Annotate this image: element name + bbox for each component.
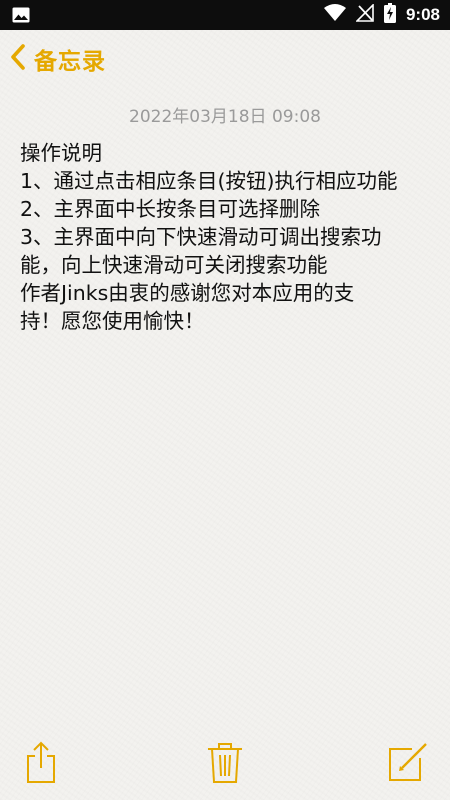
note-line: 1、通过点击相应条目(按钮)执行相应功能	[20, 169, 398, 193]
header: 备忘录	[0, 30, 450, 88]
trash-icon	[202, 743, 248, 789]
note-date: 2022年03月18日 09:08	[129, 107, 321, 127]
note-line: 2、主界面中长按条目可选择删除	[20, 197, 321, 221]
note-line: 3、主界面中向下快速滑动可调出搜索功	[20, 225, 382, 249]
note-line: 持！愿您使用愉快！	[20, 309, 205, 333]
compose-icon	[384, 743, 430, 789]
chevron-left-icon	[10, 44, 26, 74]
new-note-button[interactable]	[384, 739, 430, 785]
signal-icon	[355, 3, 374, 26]
wifi-icon	[323, 4, 346, 26]
note-line: 作者Jinks由衷的感谢您对本应用的支	[20, 281, 355, 305]
note-body[interactable]: 操作说明 1、通过点击相应条目(按钮)执行相应功能 2、主界面中长按条目可选择删…	[20, 139, 435, 335]
note-line: 操作说明	[20, 141, 102, 165]
delete-button[interactable]	[202, 739, 248, 785]
bottom-toolbar	[0, 735, 450, 790]
share-icon	[18, 741, 64, 789]
note-line: 能，向上快速滑动可关闭搜索功能	[20, 253, 328, 277]
share-button[interactable]	[18, 739, 64, 785]
status-time: 9:08	[405, 5, 440, 24]
status-bar: 9:08	[0, 0, 450, 30]
back-button[interactable]: 备忘录	[10, 42, 106, 76]
image-icon	[12, 7, 30, 27]
battery-charging-icon	[383, 3, 396, 27]
back-label: 备忘录	[34, 49, 106, 75]
